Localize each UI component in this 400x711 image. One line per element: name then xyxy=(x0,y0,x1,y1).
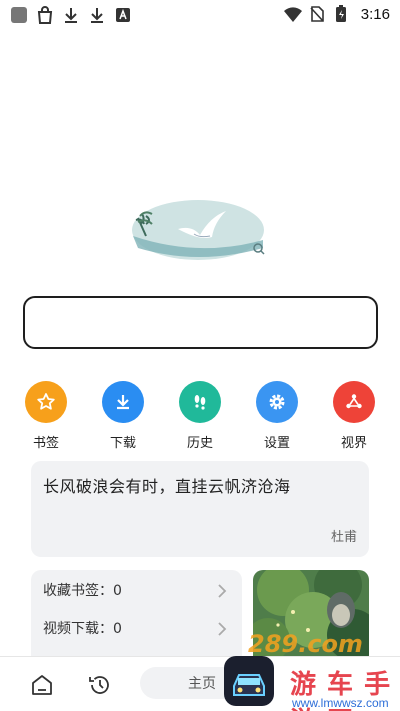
shortcut-label: 设置 xyxy=(263,436,290,451)
bookmarks-count-row[interactable]: 收藏书签：0 xyxy=(43,580,233,604)
shortcut-vision[interactable]: 视界 xyxy=(324,381,384,451)
shortcut-bookmarks[interactable]: 书签 xyxy=(16,381,76,451)
watermark-top-text: 289.com xyxy=(248,630,363,658)
stats-card: 收藏书签：0 视频下载：0 xyxy=(31,570,242,670)
status-bar: 3:16 xyxy=(0,0,400,30)
stat-label: 收藏书签：0 xyxy=(43,583,122,599)
watermark-car-logo xyxy=(224,656,274,706)
bag-icon xyxy=(36,6,54,24)
shortcut-downloads[interactable]: 下载 xyxy=(93,381,153,451)
gear-icon xyxy=(256,381,298,423)
video-downloads-row[interactable]: 视频下载：0 xyxy=(43,618,233,642)
vision-icon xyxy=(333,381,375,423)
shortcut-label: 历史 xyxy=(186,436,213,451)
stat-label: 视频下载：0 xyxy=(43,621,122,637)
home-icon[interactable] xyxy=(30,673,54,701)
quote-text: 长风破浪会有时，直挂云帆济沧海 xyxy=(43,477,291,496)
shortcut-history[interactable]: 历史 xyxy=(170,381,230,451)
star-icon xyxy=(25,381,67,423)
shortcut-label: 下载 xyxy=(109,436,136,451)
chevron-right-icon xyxy=(217,584,227,602)
text-app-icon xyxy=(114,6,132,24)
watermark: 289.com 游 车 手 游 网 www.lmwwsz.com xyxy=(220,626,400,711)
shortcut-settings[interactable]: 设置 xyxy=(247,381,307,451)
battery-charging-icon xyxy=(335,5,353,23)
no-sim-icon xyxy=(309,5,327,23)
wifi-icon xyxy=(283,5,302,23)
footprints-icon xyxy=(179,381,221,423)
shortcut-label: 书签 xyxy=(32,436,59,451)
watermark-url: www.lmwwsz.com xyxy=(292,696,389,710)
shortcut-label: 视界 xyxy=(340,436,367,451)
download-icon xyxy=(88,6,106,24)
shortcut-row: 书签 下载 历史 设置 视界 xyxy=(0,381,400,451)
clock-time: 3:16 xyxy=(360,5,390,23)
app-square-icon xyxy=(10,6,28,24)
download-icon xyxy=(62,6,80,24)
home-tab-label: 主页 xyxy=(188,676,216,692)
download-icon xyxy=(102,381,144,423)
history-icon[interactable] xyxy=(87,672,113,702)
quote-author: 杜甫 xyxy=(330,530,357,545)
browser-logo-illustration xyxy=(130,196,270,264)
search-input[interactable] xyxy=(23,296,378,349)
quote-card[interactable]: 长风破浪会有时，直挂云帆济沧海 杜甫 xyxy=(31,461,369,557)
